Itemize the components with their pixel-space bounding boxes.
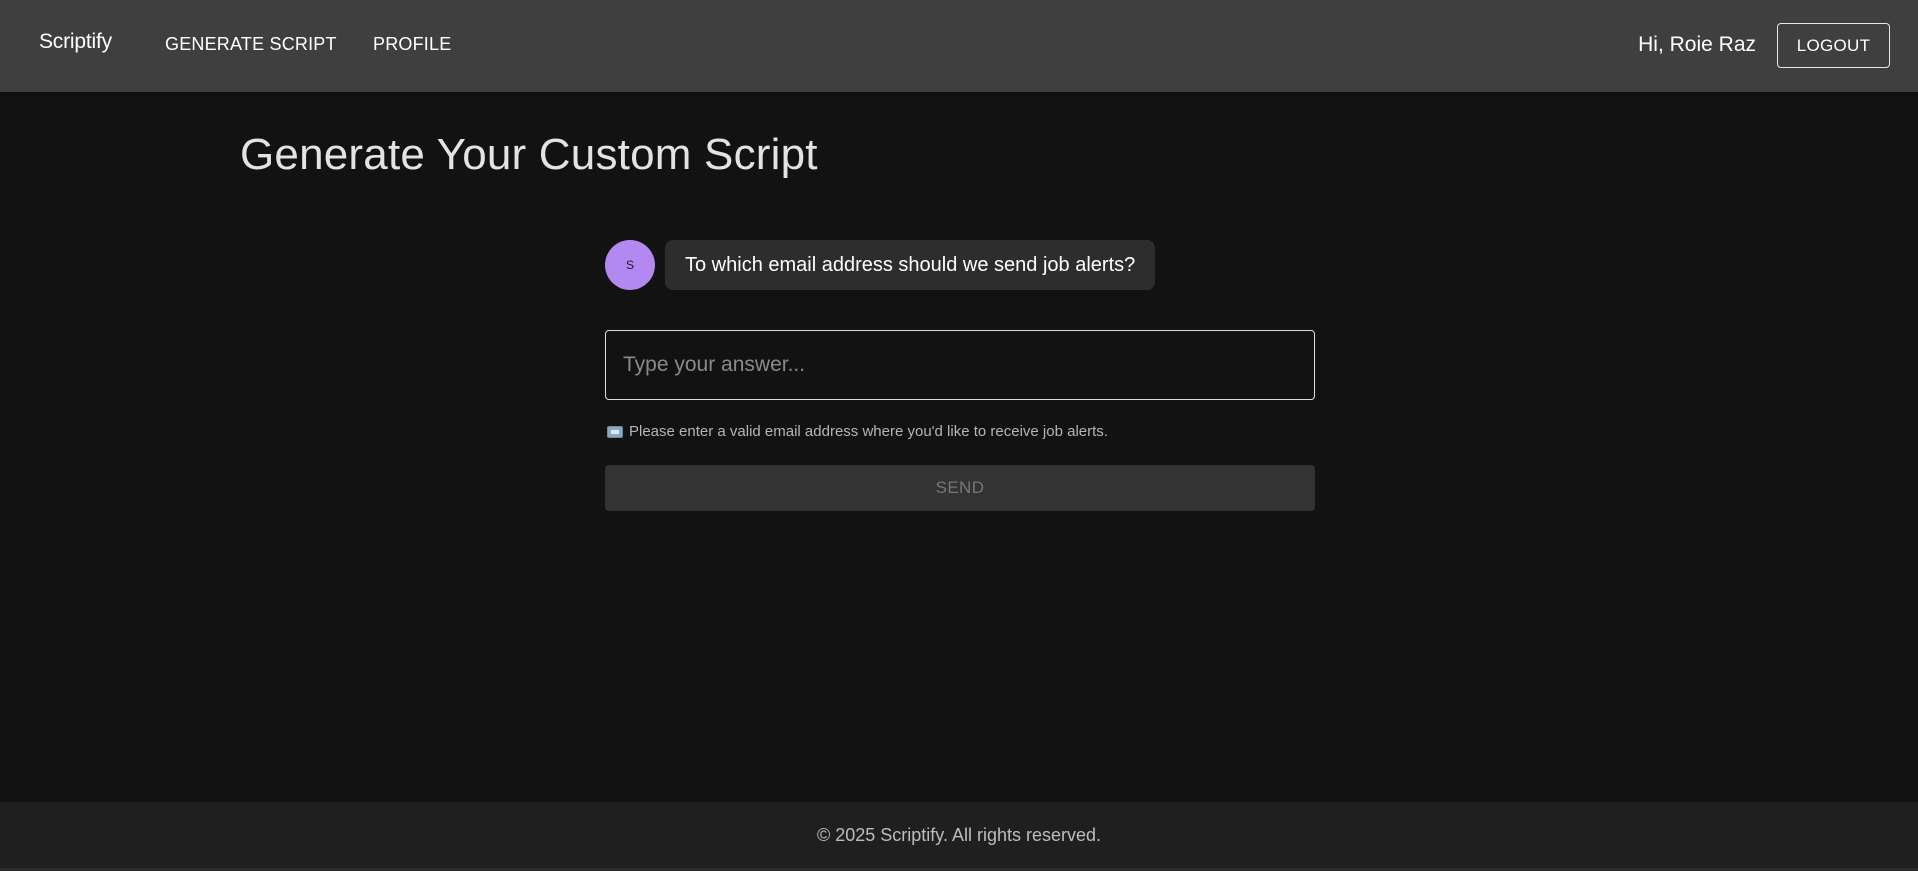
nav-generate-script[interactable]: GENERATE SCRIPT <box>165 34 337 55</box>
answer-input[interactable] <box>605 330 1315 400</box>
user-greeting: Hi, Roie Raz <box>1638 33 1756 56</box>
page-title: Generate Your Custom Script <box>240 130 818 179</box>
logout-button[interactable]: LOGOUT <box>1777 23 1890 68</box>
question-text: To which email address should we send jo… <box>685 253 1136 276</box>
nav-profile[interactable]: PROFILE <box>373 34 451 55</box>
email-icon <box>607 425 623 438</box>
brand-logo[interactable]: Scriptify <box>39 30 112 54</box>
helper-text: Please enter a valid email address where… <box>629 423 1108 440</box>
footer: © 2025 Scriptify. All rights reserved. <box>0 802 1918 868</box>
copyright-text: © 2025 Scriptify. All rights reserved. <box>816 824 1102 845</box>
send-button[interactable]: SEND <box>605 465 1315 511</box>
top-navbar: Scriptify GENERATE SCRIPT PROFILE Hi, Ro… <box>0 0 1918 92</box>
bot-avatar: S <box>605 240 655 290</box>
question-bubble: To which email address should we send jo… <box>665 240 1156 290</box>
helper-text-row: Please enter a valid email address where… <box>607 423 1108 440</box>
